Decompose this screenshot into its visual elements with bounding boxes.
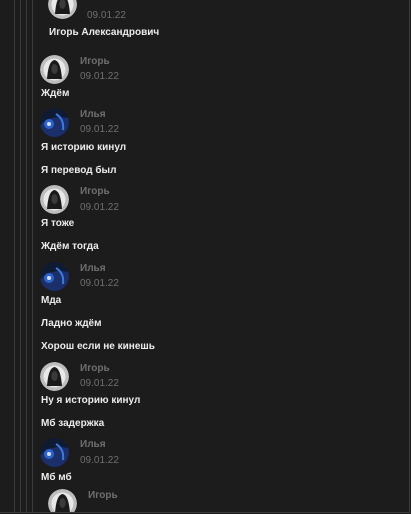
avatar-blue-icon[interactable] [40, 262, 69, 291]
thread-line [26, 0, 27, 512]
message-text: Я тоже [41, 218, 75, 229]
avatar-blue-icon[interactable] [40, 108, 69, 137]
author-name[interactable]: Илья [80, 263, 106, 274]
avatar-blue-icon[interactable] [40, 438, 69, 467]
avatar-mask-icon[interactable] [48, 0, 77, 19]
message-text: Игорь Александрович [49, 27, 160, 38]
message-time: 09.01.22 [80, 278, 119, 289]
message-text: Ждём тогда [41, 241, 99, 252]
message-text: Мб мб [41, 472, 72, 483]
message-time: 09.01.22 [87, 10, 126, 21]
message-time: 09.01.22 [80, 455, 119, 466]
author-name[interactable]: Игорь [88, 490, 118, 501]
thread-line [20, 0, 21, 512]
avatar-mask-icon[interactable] [40, 55, 69, 84]
message-text: Я историю кинул [41, 142, 127, 153]
chat-thread: 09.01.22 Игорь Александрович Игорь 09.01… [0, 0, 410, 513]
author-name[interactable]: Игорь [80, 363, 110, 374]
author-name[interactable]: Игорь [80, 186, 110, 197]
thread-line [14, 0, 15, 512]
message-text: Ну я историю кинул [41, 395, 141, 406]
avatar-mask-icon[interactable] [40, 185, 69, 214]
avatar-mask-icon[interactable] [40, 362, 69, 391]
message-text: Мб задержка [41, 418, 105, 429]
author-name[interactable]: Илья [80, 439, 106, 450]
message-text: Мда [41, 295, 62, 306]
author-name[interactable]: Илья [80, 109, 106, 120]
message-time: 09.01.22 [80, 71, 119, 82]
thread-line [32, 0, 33, 512]
message-text: Хорош если не кинешь [41, 341, 155, 352]
message-time: 09.01.22 [80, 124, 119, 135]
message-text: Я перевод был [41, 165, 117, 176]
message-time: 09.01.22 [80, 378, 119, 389]
avatar-mask-icon[interactable] [48, 489, 77, 513]
message-text: Ждём [41, 88, 70, 99]
message-time: 09.01.22 [80, 202, 119, 213]
author-name[interactable]: Игорь [80, 56, 110, 67]
message-text: Ладно ждём [41, 318, 102, 329]
